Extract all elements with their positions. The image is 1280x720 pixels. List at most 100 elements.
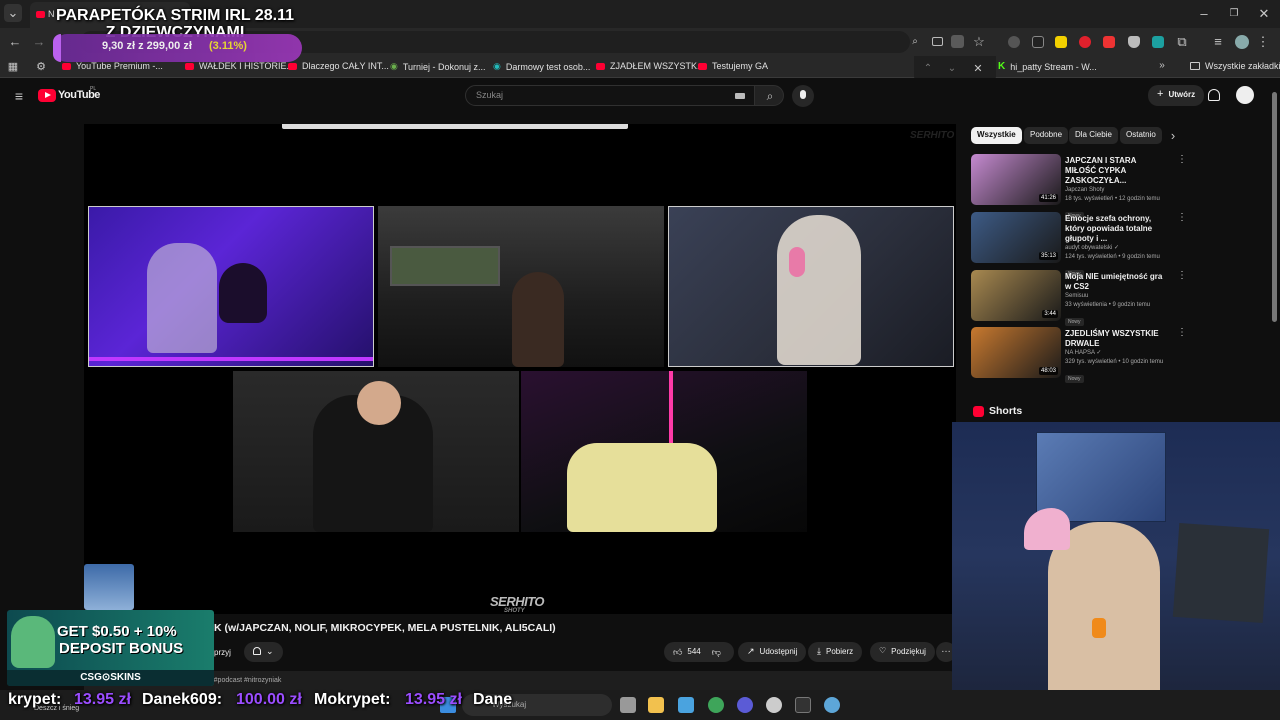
- task-view-icon[interactable]: [620, 697, 636, 713]
- bookmark-label: hi_patty Stream - W...: [1010, 61, 1097, 72]
- bookmark-item[interactable]: ◉ Darmowy test osob...: [493, 61, 590, 72]
- extension-icon[interactable]: [1055, 36, 1067, 48]
- back-arrow-icon[interactable]: ←: [6, 32, 24, 52]
- adblock-icon[interactable]: [1079, 36, 1091, 48]
- minimize-icon[interactable]: –: [1196, 4, 1212, 24]
- find-close-icon[interactable]: ✕: [972, 59, 984, 79]
- chips-next-icon[interactable]: ›: [1166, 126, 1180, 146]
- bookmark-item[interactable]: YouTube Premium -...: [62, 61, 163, 71]
- channel-name[interactable]: Semisuu: [1065, 292, 1169, 301]
- zoom-icon[interactable]: ⌕: [908, 32, 922, 52]
- app-icon[interactable]: [766, 697, 782, 713]
- keyboard-icon[interactable]: [735, 93, 745, 99]
- extensions-puzzle-icon[interactable]: ⧉: [1174, 32, 1190, 52]
- tab-search-icon[interactable]: ⌄: [4, 4, 22, 22]
- video-title[interactable]: ZJEDLIŚMY WSZYSTKIE DRWALE: [1065, 329, 1169, 349]
- search-input[interactable]: Szukaj: [465, 85, 755, 106]
- profile-avatar[interactable]: [1235, 35, 1249, 49]
- chip-related[interactable]: Podobne: [1024, 127, 1069, 144]
- page-scrollbar[interactable]: [1272, 92, 1277, 322]
- chip-recent[interactable]: Ostatnio: [1120, 127, 1162, 144]
- search-button[interactable]: ⌕: [754, 85, 784, 106]
- bookmark-item[interactable]: ZJADŁEM WSZYSTK...: [596, 61, 705, 71]
- bookmark-item[interactable]: Khi_patty Stream - W...: [998, 61, 1097, 72]
- video-menu-icon[interactable]: ⋮: [1177, 154, 1187, 165]
- channel-name[interactable]: Japczan Shoty: [1065, 186, 1169, 195]
- download-button[interactable]: ⤓ Pobierz: [808, 642, 863, 662]
- video-player[interactable]: SERHITO SERHITO SHOTY: [84, 124, 956, 614]
- hamburger-menu-icon[interactable]: ≡: [10, 86, 28, 106]
- extension-icon[interactable]: [1152, 36, 1164, 48]
- chip-for-you[interactable]: Dla Ciebie: [1069, 127, 1118, 144]
- all-bookmarks[interactable]: Wszystkie zakładki: [1190, 61, 1280, 71]
- forward-arrow-icon[interactable]: →: [30, 32, 48, 52]
- store-icon[interactable]: [678, 697, 694, 713]
- recommendation-item[interactable]: 35:13 Emocje szefa ochrony, który opowia…: [971, 212, 1187, 278]
- recommendation-item[interactable]: 48:03 ZJEDLIŚMY WSZYSTKIE DRWALE NA HAPS…: [971, 327, 1187, 383]
- video-thumbnail[interactable]: 41:26: [971, 154, 1061, 205]
- promo-banner: GET $0.50 + 10% DEPOSIT BONUS CSG⊙SKINS: [7, 610, 214, 686]
- bookmark-item[interactable]: ◉ Turniej - Dokonuj z...: [390, 61, 486, 72]
- media-controls-icon[interactable]: ≡: [1210, 32, 1226, 52]
- notification-toggle[interactable]: ⌄: [244, 642, 283, 662]
- like-count[interactable]: 544: [687, 647, 700, 656]
- video-thumbnail[interactable]: 3:44: [971, 270, 1061, 321]
- globe-icon: ◉: [493, 61, 501, 71]
- video-menu-icon[interactable]: ⋮: [1177, 270, 1187, 281]
- notifications-bell-icon[interactable]: [1208, 89, 1220, 101]
- cast-icon[interactable]: [932, 37, 943, 46]
- subscribe-button-partial[interactable]: przyj: [214, 643, 238, 663]
- youtube-logo-icon[interactable]: [38, 89, 56, 102]
- extension-icon[interactable]: [1103, 36, 1115, 48]
- file-explorer-icon[interactable]: [648, 697, 664, 713]
- video-title[interactable]: Emocje szefa ochrony, który opowiada tot…: [1065, 214, 1169, 244]
- channel-name[interactable]: NA HAPSA ✓: [1065, 349, 1169, 358]
- browser-menu-icon[interactable]: ⋮: [1256, 32, 1270, 52]
- recommendation-item[interactable]: 3:44 Moja NIE umiejętność gra w CS2 Semi…: [971, 270, 1187, 326]
- extension-icon[interactable]: [1008, 36, 1020, 48]
- more-bookmarks-icon[interactable]: »: [1156, 56, 1168, 76]
- find-prev-icon[interactable]: ⌃: [922, 59, 934, 79]
- recommendation-item[interactable]: 41:26 JAPCZAN I STARA MIŁOŚĆ CYPKA ZASKO…: [971, 154, 1187, 220]
- thumbs-up-icon[interactable]: 👍︎: [673, 647, 682, 658]
- video-thumbnail[interactable]: 48:03: [971, 327, 1061, 378]
- shield-icon[interactable]: [1128, 36, 1140, 48]
- video-title[interactable]: Moja NIE umiejętność gra w CS2: [1065, 272, 1169, 292]
- video-thumbnail[interactable]: 35:13: [971, 212, 1061, 263]
- bookmark-star-icon[interactable]: ☆: [972, 32, 986, 52]
- chrome-icon[interactable]: [708, 697, 724, 713]
- description-box[interactable]: itro #podcast #nitrozyniak: [84, 671, 956, 691]
- bookmark-item[interactable]: Testujemy GA: [698, 61, 768, 71]
- thumbs-down-icon[interactable]: 👎︎: [712, 647, 721, 658]
- video-menu-icon[interactable]: ⋮: [1177, 212, 1187, 223]
- video-menu-icon[interactable]: ⋮: [1177, 327, 1187, 338]
- bookmark-item[interactable]: Dlaczego CAŁY INT...: [288, 61, 389, 71]
- chip-all[interactable]: Wszystkie: [971, 127, 1022, 144]
- terminal-icon[interactable]: [795, 697, 811, 713]
- person-silhouette: [567, 443, 717, 532]
- obs-icon[interactable]: [737, 697, 753, 713]
- like-dislike-group: 👍︎ 544 👎︎: [664, 642, 734, 662]
- thanks-button[interactable]: ♡ Podziękuj: [870, 642, 935, 662]
- channel-name[interactable]: audyt obywatelski ✓: [1065, 244, 1169, 253]
- aquarium: [390, 246, 500, 286]
- account-avatar[interactable]: [1236, 86, 1254, 104]
- create-button[interactable]: + Utwórz: [1148, 85, 1205, 106]
- settings-gear-icon[interactable]: ⚙: [34, 57, 48, 77]
- bookmark-label: YouTube Premium -...: [76, 61, 163, 71]
- promo-line-2: DEPOSIT BONUS: [59, 640, 184, 657]
- settings-gear-icon[interactable]: [824, 697, 840, 713]
- share-button[interactable]: ↗ Udostępnij: [738, 642, 807, 662]
- maximize-icon[interactable]: ❐: [1226, 4, 1242, 24]
- country-code: PL: [90, 86, 97, 92]
- find-next-icon[interactable]: ⌄: [946, 59, 958, 79]
- close-window-icon[interactable]: ✕: [1256, 4, 1272, 24]
- voice-search-button[interactable]: [792, 85, 814, 107]
- reader-icon[interactable]: [951, 35, 964, 48]
- video-duration: 41:26: [1038, 194, 1058, 202]
- video-title[interactable]: JAPCZAN I STARA MIŁOŚĆ CYPKA ZASKOCZYŁA.…: [1065, 156, 1169, 186]
- bookmark-item[interactable]: WAŁDEK I HISTORIE...: [185, 61, 294, 71]
- youtube-favicon-icon: [698, 62, 707, 70]
- apps-grid-icon[interactable]: ▦: [6, 57, 20, 77]
- extension-icon[interactable]: [1032, 36, 1044, 48]
